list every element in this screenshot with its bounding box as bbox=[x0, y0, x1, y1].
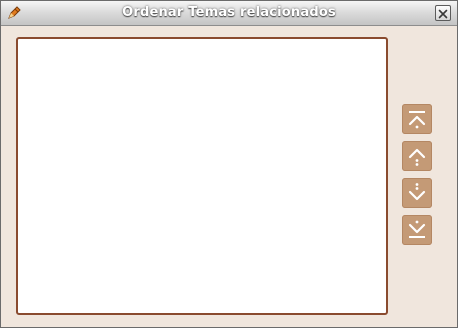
title-bar[interactable]: Ordenar Temas relacionados bbox=[1, 1, 457, 26]
move-top-button[interactable] bbox=[402, 104, 432, 134]
move-up-icon bbox=[408, 148, 426, 166]
dialog-content bbox=[1, 26, 457, 327]
dialog-window: Ordenar Temas relacionados bbox=[0, 0, 458, 328]
move-down-icon bbox=[408, 183, 426, 201]
close-icon bbox=[438, 9, 448, 19]
close-button[interactable] bbox=[435, 5, 451, 21]
topics-list[interactable] bbox=[16, 37, 388, 315]
move-down-button[interactable] bbox=[402, 178, 432, 208]
move-top-icon bbox=[408, 111, 426, 129]
window-title: Ordenar Temas relacionados bbox=[122, 5, 336, 20]
move-bottom-button[interactable] bbox=[402, 215, 432, 245]
move-up-button[interactable] bbox=[402, 141, 432, 171]
move-bottom-icon bbox=[408, 220, 426, 238]
